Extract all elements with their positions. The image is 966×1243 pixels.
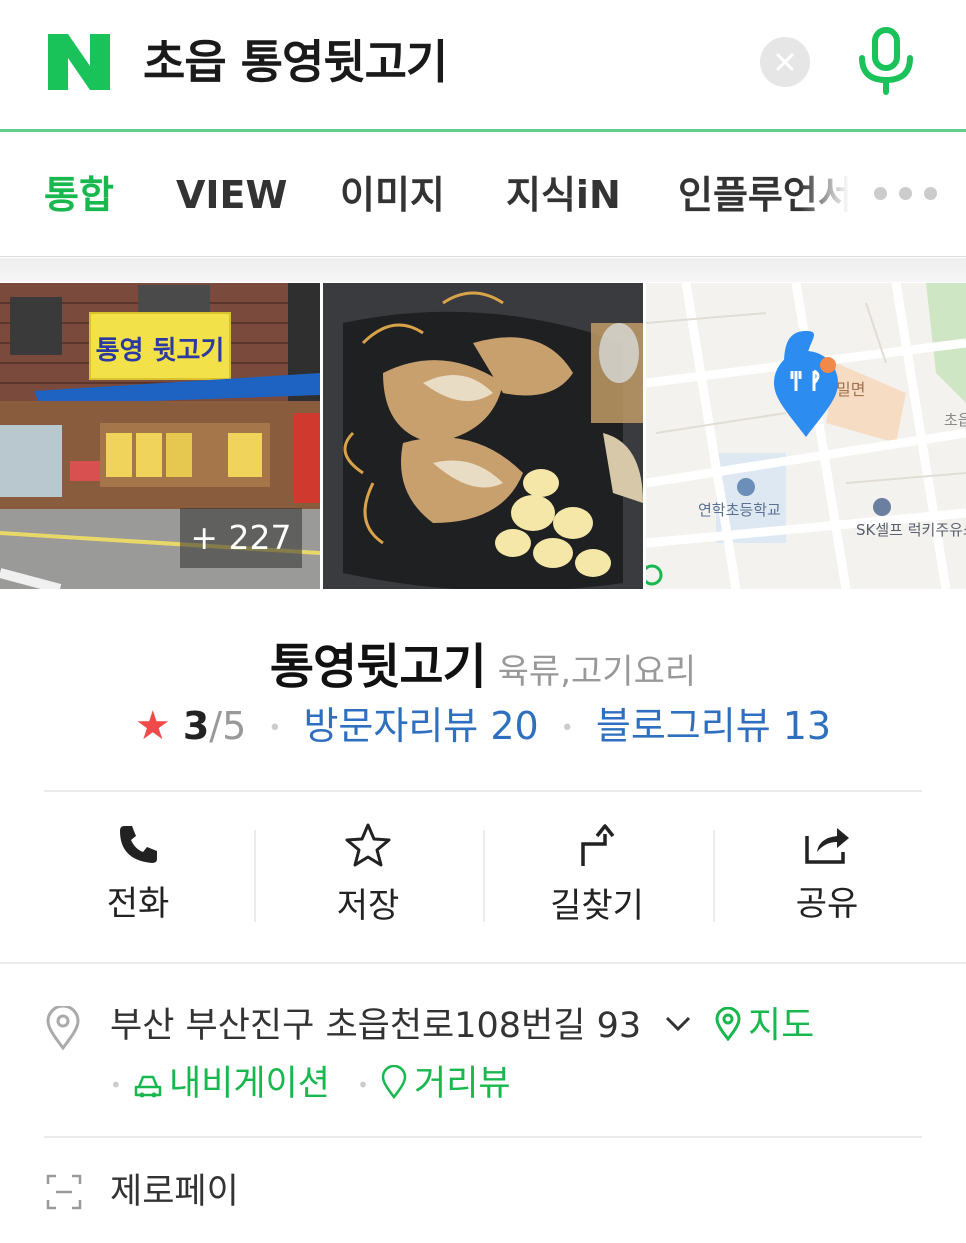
divider: [44, 1136, 922, 1138]
rating-score: 3: [182, 704, 210, 748]
divider: [44, 790, 922, 792]
directions-label: 길찾기: [550, 886, 644, 926]
directions-icon: [581, 824, 615, 866]
car-icon: [134, 1075, 162, 1098]
tab-images[interactable]: 이미지: [340, 165, 445, 225]
microphone-icon[interactable]: [856, 26, 916, 96]
close-icon: [776, 53, 794, 71]
save-label: 저장: [336, 886, 400, 926]
map-label-school: 연학초등학교: [698, 501, 781, 519]
tab-fade: [800, 135, 870, 256]
section-gap: [0, 258, 966, 282]
chevron-down-icon[interactable]: [664, 1014, 692, 1034]
qr-scan-icon: [46, 1174, 82, 1210]
address-row: 부산 부산진구 초읍천로108번길 93 지도: [44, 1000, 944, 1056]
map-link[interactable]: 지도: [714, 1000, 814, 1052]
map-label-district: 초읍: [944, 411, 966, 429]
store-sign-text: 통영 뒷고기: [96, 336, 225, 366]
phone-icon: [120, 826, 157, 863]
save-button[interactable]: 저장: [254, 816, 482, 936]
call-label: 전화: [106, 884, 170, 924]
place-name[interactable]: 통영뒷고기: [270, 639, 487, 695]
separator-dot: •: [560, 715, 574, 741]
rating-row: ★ 3/5 • 방문자리뷰 20 • 블로그리뷰 13: [0, 700, 966, 755]
separator-dot: •: [110, 1073, 122, 1097]
rating-star-icon: ★: [134, 703, 171, 749]
naver-logo[interactable]: [48, 34, 110, 90]
share-button[interactable]: 공유: [713, 816, 941, 936]
search-query[interactable]: 초읍 통영뒷고기: [143, 30, 448, 94]
map-thumbnail[interactable]: 밀면 연학초등학교 SK셀프 럭키주유소 초읍: [646, 283, 966, 589]
rating-max: /5: [209, 704, 247, 748]
place-title: 통영뒷고기 육류,고기요리: [0, 627, 966, 697]
share-label: 공유: [795, 884, 859, 924]
separator-dot: •: [357, 1073, 369, 1097]
clear-search-button[interactable]: [760, 37, 810, 87]
directions-button[interactable]: 길찾기: [483, 816, 711, 936]
tab-view[interactable]: VIEW: [176, 165, 287, 225]
visitor-reviews-link[interactable]: 방문자리뷰 20: [303, 704, 538, 748]
location-pin-icon: [46, 1006, 80, 1050]
more-tabs-icon[interactable]: [874, 187, 938, 203]
navigation-label: 내비게이션: [168, 1064, 330, 1104]
address-text[interactable]: 부산 부산진구 초읍천로108번길 93: [110, 1000, 641, 1052]
navigation-link[interactable]: 내비게이션: [133, 1064, 330, 1104]
search-tabs: 통합 VIEW 이미지 지식iN 인플루언서: [0, 135, 966, 257]
tab-knowledge-in[interactable]: 지식iN: [506, 165, 621, 225]
share-icon: [805, 828, 849, 864]
map-pin-icon: [715, 1006, 741, 1042]
star-outline-icon: [345, 823, 391, 867]
map-link-label: 지도: [748, 1005, 815, 1046]
zeropay-label: 제로페이: [110, 1172, 239, 1212]
food-photo[interactable]: [323, 283, 643, 589]
street-view-link[interactable]: 거리뷰: [380, 1064, 511, 1104]
separator-dot: •: [268, 715, 282, 741]
street-view-icon: [381, 1064, 407, 1100]
place-category: 육류,고기요리: [497, 652, 697, 692]
navigation-links: • 내비게이션 • 거리뷰: [110, 1058, 527, 1110]
photo-count-badge[interactable]: + 227: [180, 508, 302, 568]
search-bar: 초읍 통영뒷고기: [0, 0, 966, 132]
tab-all[interactable]: 통합: [44, 165, 114, 225]
call-button[interactable]: 전화: [24, 816, 252, 936]
street-view-label: 거리뷰: [414, 1064, 511, 1104]
map-label-poi: 밀면: [836, 380, 865, 399]
map-label-gas-station: SK셀프 럭키주유소: [856, 521, 966, 539]
divider: [0, 962, 966, 964]
blog-reviews-link[interactable]: 블로그리뷰 13: [596, 704, 831, 748]
